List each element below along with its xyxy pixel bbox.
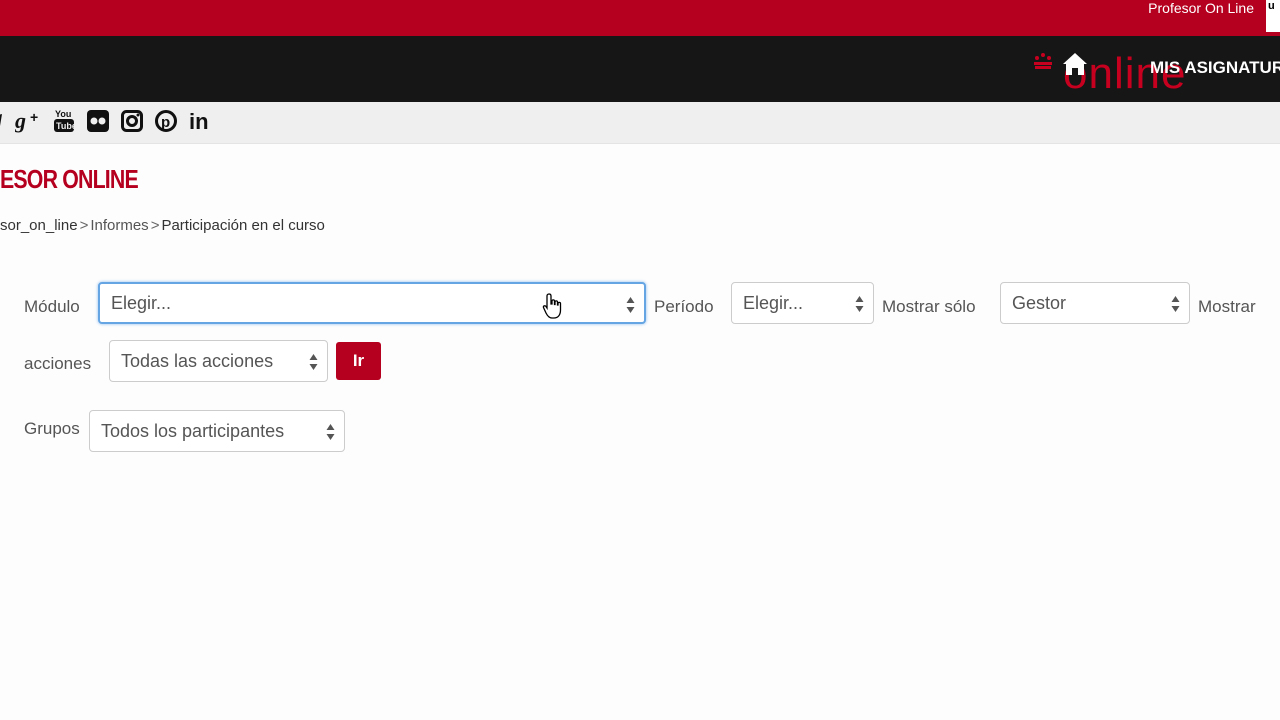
breadcrumb: sor_on_line > Informes > Participación en el… bbox=[0, 217, 325, 234]
select-arrows-icon bbox=[855, 296, 864, 312]
show-label: Mostrar bbox=[1198, 297, 1256, 316]
role-select-value: Gestor bbox=[1012, 293, 1067, 313]
page-title: ESOR ONLINE bbox=[0, 164, 139, 194]
select-arrows-icon bbox=[326, 424, 335, 440]
role-select[interactable]: Gestor bbox=[1000, 282, 1190, 324]
breadcrumb-separator: > bbox=[79, 217, 89, 234]
actions-select[interactable]: Todas las acciones bbox=[109, 340, 328, 382]
hand-cursor-icon bbox=[542, 293, 562, 319]
period-label: Período bbox=[654, 297, 714, 316]
select-arrows-icon bbox=[626, 297, 635, 313]
module-label: Módulo bbox=[24, 297, 80, 316]
breadcrumb-separator: > bbox=[150, 217, 160, 234]
user-name-link[interactable]: Profesor On Line bbox=[1148, 0, 1254, 16]
linkedin-icon[interactable]: in bbox=[188, 108, 212, 134]
actions-label: acciones bbox=[24, 354, 92, 373]
period-select-value: Elegir... bbox=[743, 293, 804, 313]
home-icon[interactable] bbox=[1062, 52, 1088, 76]
breadcrumb-course[interactable]: sor_on_line bbox=[0, 217, 78, 234]
svg-text:+: + bbox=[30, 109, 38, 125]
select-arrows-icon bbox=[1171, 296, 1180, 312]
twitter-icon[interactable] bbox=[0, 108, 6, 134]
instagram-icon[interactable] bbox=[120, 108, 144, 134]
svg-text:Tube: Tube bbox=[56, 121, 75, 131]
breadcrumb-current: Participación en el curso bbox=[161, 217, 325, 234]
flickr-icon[interactable] bbox=[86, 108, 110, 134]
google-plus-icon[interactable]: g + bbox=[14, 108, 44, 134]
svg-text:g: g bbox=[15, 109, 26, 133]
select-arrows-icon bbox=[309, 354, 318, 370]
svg-text:You: You bbox=[55, 109, 71, 119]
youtube-icon[interactable]: You Tube bbox=[52, 108, 76, 134]
svg-text:p: p bbox=[161, 114, 170, 131]
show-only-label: Mostrar sólo bbox=[882, 297, 976, 316]
crown-icon bbox=[1034, 53, 1052, 69]
user-avatar[interactable]: u bbox=[1266, 0, 1280, 32]
svg-text:in: in bbox=[189, 110, 209, 132]
module-select-value: Elegir... bbox=[111, 293, 172, 313]
groups-select[interactable]: Todos los participantes bbox=[89, 410, 345, 452]
pinterest-icon[interactable]: p bbox=[154, 108, 178, 134]
go-button[interactable]: Ir bbox=[336, 342, 381, 380]
groups-select-value: Todos los participantes bbox=[101, 421, 285, 441]
top-bar: Profesor On Line u bbox=[0, 0, 1280, 36]
nav-my-subjects[interactable]: MIS ASIGNATUR bbox=[1150, 58, 1280, 78]
period-select[interactable]: Elegir... bbox=[731, 282, 874, 324]
groups-label: Grupos bbox=[24, 419, 80, 438]
breadcrumb-reports[interactable]: Informes bbox=[90, 217, 148, 234]
actions-select-value: Todas las acciones bbox=[121, 351, 274, 371]
